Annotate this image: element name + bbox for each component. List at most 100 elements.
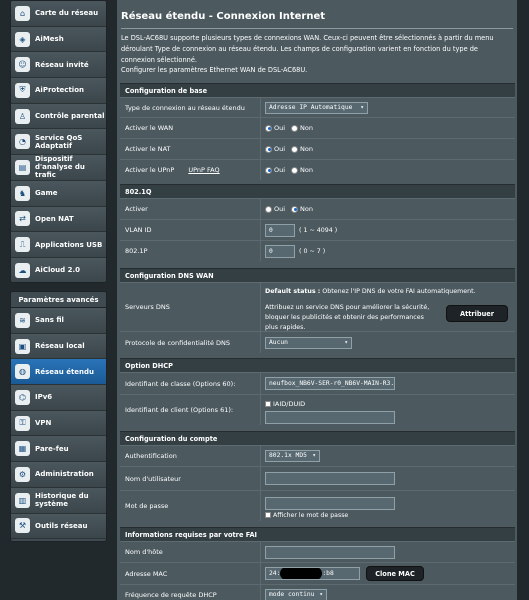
- sidebar-item-label: AiCloud 2.0: [35, 266, 80, 275]
- vlan-non-radio[interactable]: Non: [291, 205, 313, 213]
- class-id-input[interactable]: neufbox_NB6V-SER-r0_NB6V-MAIN-R3.: [265, 377, 395, 390]
- vlan-id-input[interactable]: 0: [265, 223, 295, 237]
- client-id-label: Identifiant de client (Options 61):: [120, 395, 261, 425]
- mac-address-input[interactable]: 24::b8: [265, 567, 360, 580]
- guest-icon: ☺: [15, 57, 30, 73]
- radio-icon: [291, 166, 299, 174]
- sidebar-item[interactable]: ≋ Sans fil: [11, 308, 106, 334]
- upnp-oui-radio[interactable]: Oui: [265, 166, 285, 174]
- sidebar-item[interactable]: ☁ AiCloud 2.0: [11, 257, 106, 282]
- sidebar-item[interactable]: ⚿ VPN: [11, 410, 106, 437]
- iaid-option[interactable]: IAID/DUID: [265, 399, 515, 409]
- sidebar-item[interactable]: ☺ Réseau invité: [11, 52, 106, 79]
- sidebar-item[interactable]: ▥ Historique du système: [11, 487, 106, 514]
- radio-label: Oui: [274, 124, 286, 132]
- sidebar-item-label: Sans fil: [35, 316, 64, 325]
- sidebar-item-label: Administration: [35, 470, 94, 479]
- iaid-label: IAID/DUID: [273, 399, 306, 408]
- nav-group-general: ⌂ Carte du réseau ◈ AiMesh ☺ Réseau invité ⛨ Ai…: [10, 0, 107, 283]
- vlan-id-hint: ( 1 ~ 4094 ): [299, 226, 338, 234]
- upnp-faq-link[interactable]: UPnP FAQ: [188, 166, 219, 174]
- username-input[interactable]: [265, 472, 395, 485]
- sidebar-item-label: Outils réseau: [35, 521, 88, 530]
- sidebar-item[interactable]: ◔ Service QoS Adaptatif: [11, 129, 106, 156]
- clone-mac-button[interactable]: Clone MAC: [366, 566, 424, 581]
- sidebar-item[interactable]: ⚒ Outils réseau: [11, 513, 106, 540]
- show-password-option[interactable]: Afficher le mot de passe: [265, 512, 515, 519]
- sidebar-item[interactable]: ▦ Pare-feu: [11, 436, 106, 463]
- wan-non-radio[interactable]: Non: [291, 124, 313, 132]
- dns-default-status: Default status : Obtenez l'IP DNS de vot…: [265, 287, 515, 296]
- dhcp-frequency-value: mode continu: [269, 590, 315, 598]
- section-title: 802.1Q: [120, 184, 515, 198]
- section-title: Configuration DNS WAN: [120, 268, 515, 282]
- section-title: Configuration du compte: [120, 431, 515, 445]
- mac-prefix: 24:: [269, 570, 281, 577]
- sidebar-item[interactable]: ⌂ Carte du réseau: [11, 1, 106, 27]
- sidebar-item[interactable]: ⎍ Applications USB: [11, 232, 106, 258]
- sidebar-item[interactable]: ♞ Game: [11, 180, 106, 207]
- title-divider: [121, 28, 513, 29]
- dhcp-frequency-label: Fréquence de requête DHCP: [120, 585, 261, 600]
- radio-selected-icon: [291, 205, 299, 213]
- vlan-oui-radio[interactable]: Oui: [265, 205, 285, 213]
- chevron-down-icon: ▾: [319, 590, 323, 598]
- vlan-priority-input[interactable]: 0: [265, 244, 295, 258]
- vlan-priority-hint: ( 0 ~ 7 ): [299, 247, 326, 255]
- nat-enable-label: Activer le NAT: [120, 139, 261, 159]
- sidebar-item-label: Réseau local: [35, 342, 85, 351]
- sidebar-item-label: Historique du système: [35, 492, 89, 509]
- chevron-down-icon: ▾: [344, 338, 348, 346]
- usb-icon: ⎍: [15, 237, 30, 253]
- wan-enable-label: Activer le WAN: [120, 118, 261, 138]
- nat-icon: ⇄: [15, 211, 30, 227]
- sidebar-item[interactable]: ◍ Réseau étendu: [11, 359, 106, 386]
- radio-label: Oui: [274, 145, 286, 153]
- sidebar-item[interactable]: ⇄ Open NAT: [11, 206, 106, 233]
- vlan-priority-label: 802.1P: [120, 241, 261, 261]
- sidebar-item-label: Réseau invité: [35, 60, 89, 69]
- radio-icon: [265, 205, 272, 213]
- wireless-icon: ≋: [15, 312, 30, 328]
- nat-oui-radio[interactable]: Oui: [265, 145, 285, 153]
- sidebar-item[interactable]: ▣ Réseau local: [11, 333, 106, 360]
- parental-icon: ♙: [15, 108, 30, 124]
- client-id-input[interactable]: [265, 410, 395, 424]
- section-title: Informations requises par votre FAI: [120, 527, 515, 541]
- dns-privacy-select[interactable]: Aucun ▾: [265, 336, 352, 349]
- sidebar-item[interactable]: ▤ Dispositif d'analyse du trafic: [11, 155, 106, 181]
- wan-icon: ◍: [15, 364, 30, 380]
- sidebar-item[interactable]: ◈ AiMesh: [11, 26, 106, 53]
- sidebar-item[interactable]: ⚙ Administration: [11, 462, 106, 488]
- radio-selected-icon: [265, 166, 272, 174]
- chevron-down-icon: ▾: [312, 452, 316, 459]
- page-description: Le DSL-AC68U supporte plusieurs types de…: [121, 34, 494, 64]
- auth-select[interactable]: 802.1x MD5 ▾: [265, 450, 320, 462]
- password-input[interactable]: [265, 496, 395, 510]
- game-icon: ♞: [15, 185, 30, 201]
- nat-non-radio[interactable]: Non: [291, 145, 313, 153]
- qos-icon: ◔: [15, 134, 30, 150]
- show-password-label: Afficher le mot de passe: [273, 511, 349, 519]
- sidebar-item[interactable]: ⌬ IPv6: [11, 385, 106, 411]
- wan-oui-radio[interactable]: Oui: [265, 124, 285, 132]
- auth-value: 802.1x MD5: [269, 452, 307, 459]
- dhcp-frequency-select[interactable]: mode continu ▾: [265, 588, 327, 600]
- hostname-input[interactable]: [265, 545, 395, 559]
- vlan-enable-label: Activer: [120, 199, 261, 219]
- auth-label: Authentification: [120, 446, 261, 466]
- conn-type-select[interactable]: Adresse IP Automatique ▾: [265, 101, 368, 114]
- assign-dns-button[interactable]: Attribuer: [446, 305, 508, 322]
- lan-icon: ▣: [15, 338, 30, 354]
- sidebar-item-label: AiProtection: [35, 86, 84, 95]
- upnp-non-radio[interactable]: Non: [291, 166, 313, 174]
- section-title: Option DHCP: [120, 358, 515, 372]
- dns-section: Configuration DNS WAN Serveurs DNS Defau…: [120, 268, 515, 353]
- sidebar-item[interactable]: ⛨ AiProtection: [11, 78, 106, 104]
- radio-label: Non: [300, 124, 314, 132]
- sidebar-item[interactable]: ♙ Contrôle parental: [11, 103, 106, 130]
- upnp-label-text: Activer le UPnP: [125, 166, 175, 174]
- radio-label: Oui: [274, 166, 286, 174]
- nav-group-advanced: Paramètres avancés ≋ Sans fil ▣ Réseau loca…: [10, 291, 107, 542]
- sidebar-item-label: Open NAT: [35, 214, 74, 223]
